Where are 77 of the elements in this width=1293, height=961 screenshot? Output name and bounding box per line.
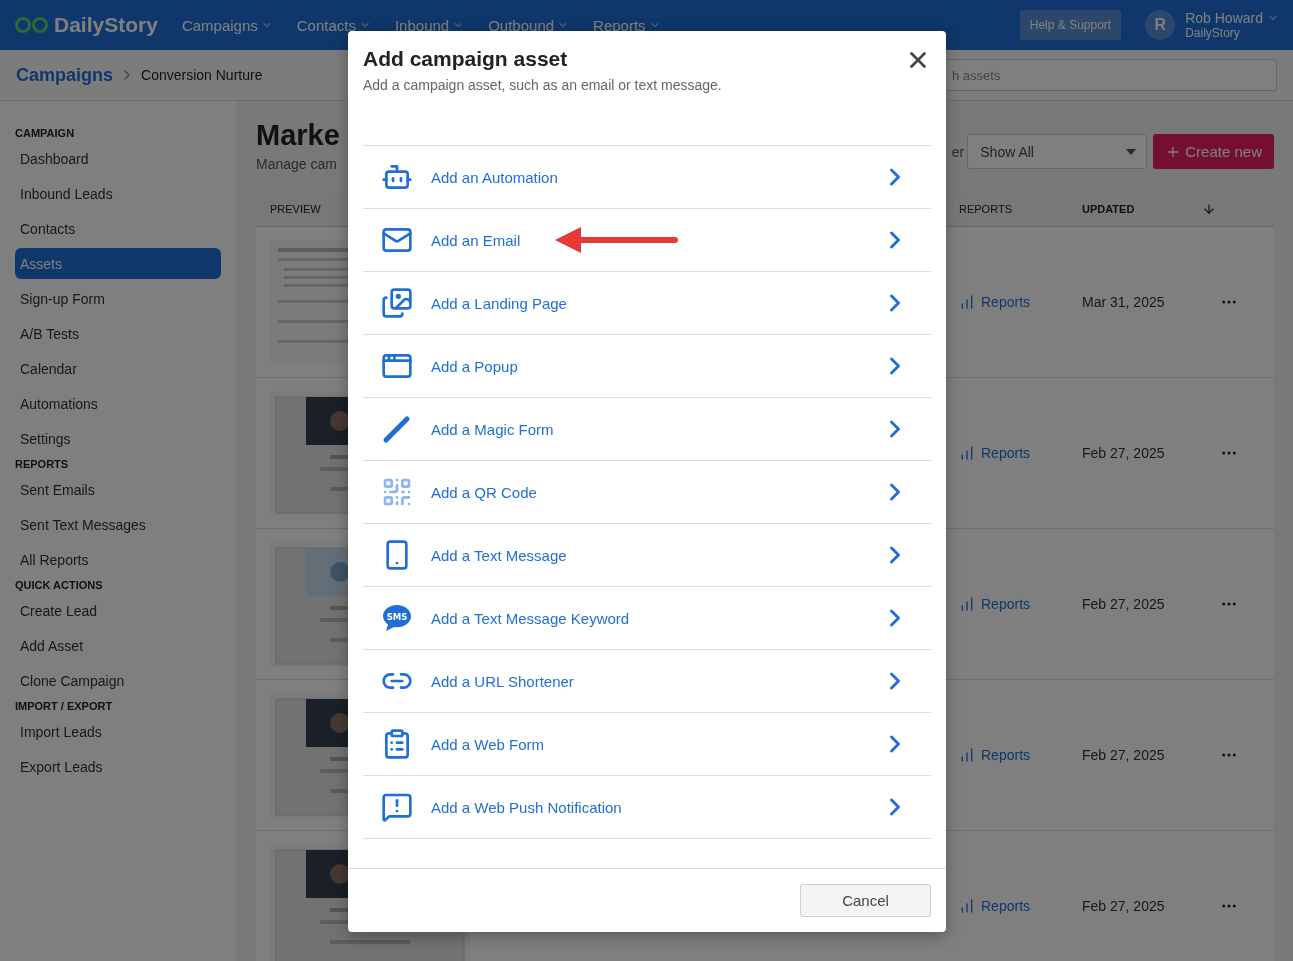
chart-icon bbox=[959, 747, 975, 763]
asset-option[interactable]: SMS Add a Text Message Keyword bbox=[363, 587, 931, 650]
asset-option[interactable]: Add an Email bbox=[363, 209, 931, 272]
chart-icon bbox=[959, 898, 975, 914]
updated-date: Mar 31, 2025 bbox=[1082, 294, 1166, 310]
updated-date: Feb 27, 2025 bbox=[1082, 747, 1166, 763]
nav-menu[interactable]: Inbound bbox=[394, 16, 465, 34]
sidebar-item[interactable]: Assets bbox=[15, 248, 221, 279]
user-avatar[interactable]: R bbox=[1145, 10, 1176, 40]
breadcrumb-link[interactable]: Campaigns bbox=[16, 64, 114, 86]
reports-link[interactable]: Reports bbox=[959, 596, 1082, 612]
asset-option[interactable]: Add an Automation bbox=[363, 146, 931, 209]
help-button[interactable]: Help & Support bbox=[1019, 10, 1122, 40]
section-title: IMPORT / EXPORT bbox=[15, 700, 114, 712]
chart-icon bbox=[959, 294, 975, 310]
sidebar-item[interactable]: A/B Tests bbox=[15, 318, 221, 349]
updated-date: Feb 27, 2025 bbox=[1082, 596, 1166, 612]
reports-link[interactable]: Reports bbox=[959, 747, 1082, 763]
filter-label: er bbox=[951, 143, 965, 160]
page-title: Marke bbox=[256, 119, 340, 152]
asset-option[interactable]: Add a Popup bbox=[363, 335, 931, 398]
section-title: REPORTS bbox=[15, 458, 70, 470]
sidebar-item[interactable]: Clone Campaign bbox=[15, 665, 221, 696]
asset-option[interactable]: Add a QR Code bbox=[363, 461, 931, 524]
asset-option[interactable]: Add a Landing Page bbox=[363, 272, 931, 335]
alert-message-icon bbox=[381, 791, 413, 823]
nav-menu[interactable]: Reports bbox=[593, 16, 661, 34]
sidebar-item[interactable]: Calendar bbox=[15, 353, 221, 384]
chart-icon bbox=[959, 445, 975, 461]
cancel-button[interactable]: Cancel bbox=[800, 884, 931, 917]
reports-link[interactable]: Reports bbox=[959, 445, 1082, 461]
sidebar-item[interactable]: All Reports bbox=[15, 544, 221, 575]
asset-option[interactable]: Add a Web Push Notification bbox=[363, 776, 931, 839]
logo-icon bbox=[14, 16, 50, 34]
nav-menu[interactable]: Outbound bbox=[488, 16, 570, 34]
reports-link[interactable]: Reports bbox=[959, 294, 1082, 310]
updated-date: Feb 27, 2025 bbox=[1082, 445, 1166, 461]
column-header: PREVIEW bbox=[270, 203, 322, 215]
section-title: QUICK ACTIONS bbox=[15, 579, 104, 591]
reports-link[interactable]: Reports bbox=[959, 898, 1082, 914]
images-icon bbox=[381, 287, 413, 319]
sidebar-item[interactable]: Import Leads bbox=[15, 716, 221, 747]
chart-icon bbox=[959, 596, 975, 612]
breadcrumb-current: Conversion Nurture bbox=[141, 67, 263, 83]
updated-date: Feb 27, 2025 bbox=[1082, 898, 1166, 914]
modal-title: Add campaign asset bbox=[363, 47, 569, 71]
sort-arrow-icon[interactable] bbox=[1202, 202, 1216, 216]
asset-option[interactable]: Add a Magic Form bbox=[363, 398, 931, 461]
sidebar-item[interactable]: Sent Text Messages bbox=[15, 509, 221, 540]
asset-option[interactable]: Add a Web Form bbox=[363, 713, 931, 776]
sidebar-item[interactable]: Create Lead bbox=[15, 595, 221, 626]
nav-menu[interactable]: Campaigns bbox=[181, 16, 273, 34]
user-name[interactable]: Rob Howard bbox=[1185, 10, 1279, 26]
sms-bubble-icon: SMS bbox=[381, 602, 413, 634]
column-header: UPDATED bbox=[1082, 203, 1136, 215]
asset-option[interactable]: Add a URL Shortener bbox=[363, 650, 931, 713]
column-header: REPORTS bbox=[959, 203, 1013, 215]
brand-name: DailyStory bbox=[54, 13, 158, 37]
nav-menu[interactable]: Contacts bbox=[296, 16, 371, 34]
filter-select[interactable]: Show All bbox=[967, 134, 1148, 169]
sidebar-item[interactable]: Dashboard bbox=[15, 143, 221, 174]
asset-option[interactable]: Add a Text Message bbox=[363, 524, 931, 587]
page-subtitle: Manage cam bbox=[256, 156, 338, 172]
sidebar-item[interactable]: Add Asset bbox=[15, 630, 221, 661]
create-button[interactable]: Create new bbox=[1153, 134, 1274, 169]
sidebar-item[interactable]: Automations bbox=[15, 388, 221, 419]
sidebar-item[interactable]: Inbound Leads bbox=[15, 178, 221, 209]
sidebar-item[interactable]: Contacts bbox=[15, 213, 221, 244]
org-name: DailyStory bbox=[1185, 26, 1241, 40]
sidebar-item[interactable]: Sent Emails bbox=[15, 474, 221, 505]
modal-subtitle: Add a campaign asset, such as an email or text message. bbox=[363, 77, 722, 93]
sidebar-item[interactable]: Export Leads bbox=[15, 751, 221, 782]
sidebar-item[interactable]: Settings bbox=[15, 423, 221, 454]
caret-icon bbox=[1126, 148, 1137, 155]
qr-code-icon bbox=[381, 476, 413, 508]
section-title: CAMPAIGN bbox=[15, 127, 76, 139]
sidebar-item[interactable]: Sign-up Form bbox=[15, 283, 221, 314]
